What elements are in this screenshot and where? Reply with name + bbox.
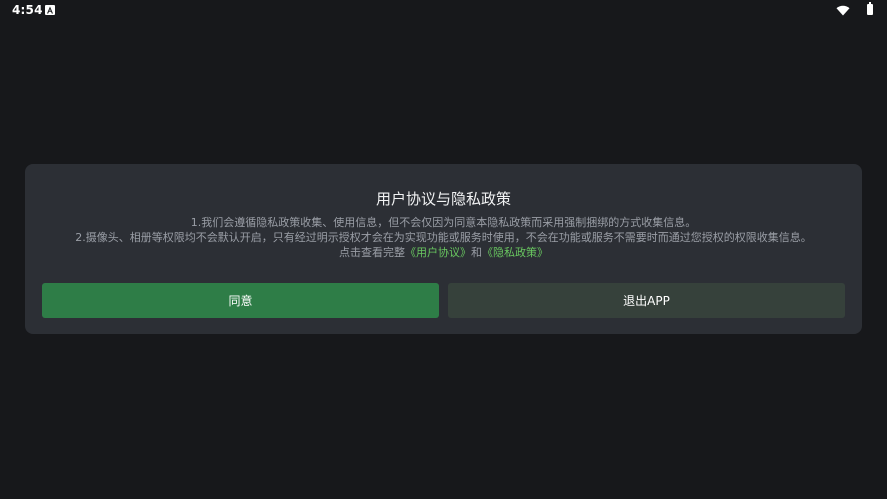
- dialog-title: 用户协议与隐私政策: [375, 190, 511, 208]
- app-screen: 4:54 用户协议与隐私政策 1.我们会遵循隐私政策收集、使用信息，但不会仅因为…: [0, 0, 887, 499]
- battery-icon: [867, 2, 873, 15]
- view-full-text: 点击查看完整: [339, 246, 405, 259]
- policy-line-3: 点击查看完整《用户协议》和《隐私政策》: [25, 245, 862, 260]
- privacy-policy-link[interactable]: 《隐私政策》: [482, 246, 548, 259]
- notification-a-icon: [45, 5, 55, 15]
- policy-line-1: 1.我们会遵循隐私政策收集、使用信息，但不会仅因为同意本隐私政策而采用强制捆绑的…: [190, 216, 697, 229]
- status-time: 4:54: [12, 3, 43, 17]
- status-bar: 4:54: [0, 0, 887, 22]
- and-text: 和: [471, 246, 482, 259]
- privacy-dialog: 用户协议与隐私政策 1.我们会遵循隐私政策收集、使用信息，但不会仅因为同意本隐私…: [25, 164, 862, 334]
- wifi-icon: [836, 5, 850, 19]
- exit-app-button[interactable]: 退出APP: [448, 283, 845, 318]
- policy-line-2: 2.摄像头、相册等权限均不会默认开启，只有经过明示授权才会在为实现功能或服务时使…: [75, 231, 812, 244]
- dialog-body: 1.我们会遵循隐私政策收集、使用信息，但不会仅因为同意本隐私政策而采用强制捆绑的…: [25, 215, 862, 260]
- user-agreement-link[interactable]: 《用户协议》: [405, 246, 471, 259]
- agree-button[interactable]: 同意: [42, 283, 439, 318]
